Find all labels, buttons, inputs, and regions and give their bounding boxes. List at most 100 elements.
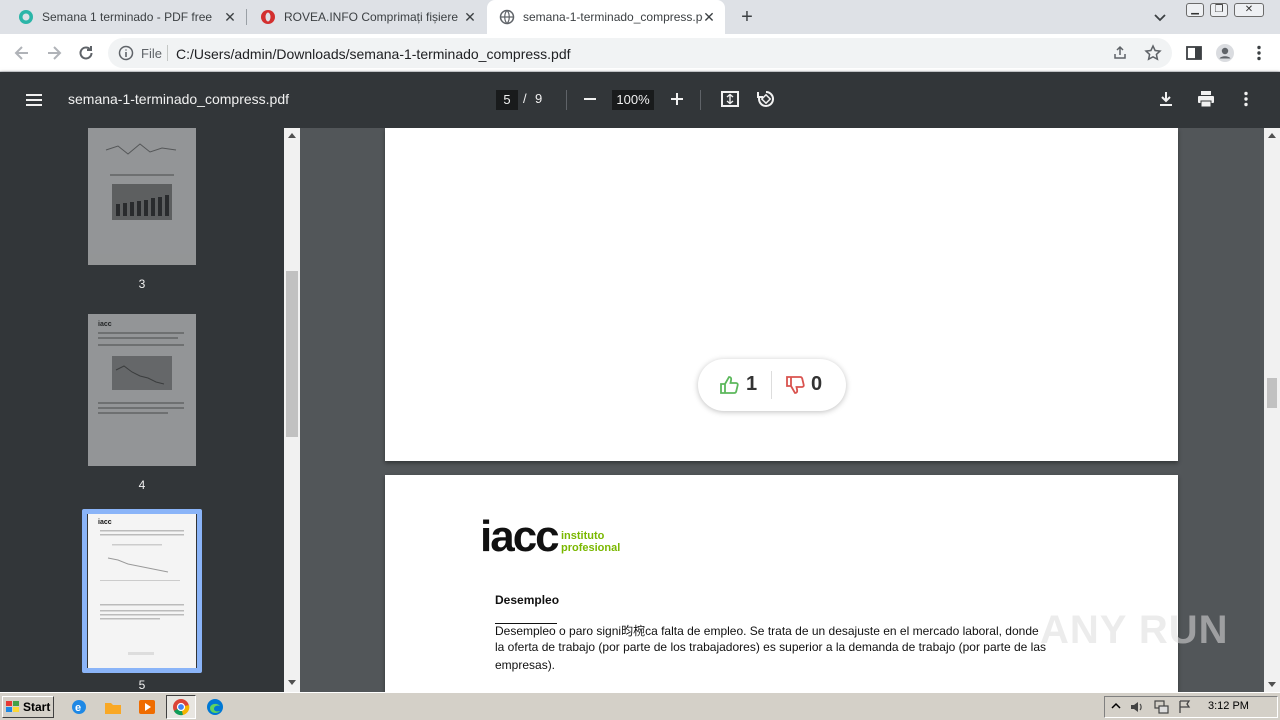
pdf-toolbar: semana-1-terminado_compress.pdf 5 / 9 10…: [0, 72, 1280, 128]
iacc-logo-subtitle: instituto profesional: [561, 530, 620, 554]
page-separator: /: [523, 91, 527, 106]
scroll-up-arrow-icon[interactable]: [288, 133, 296, 138]
folder-icon[interactable]: [104, 698, 122, 716]
tab-title: ROVEA.INFO Comprimați fișiere PDF: [284, 10, 460, 24]
rotate-icon[interactable]: [756, 89, 776, 109]
side-panel-icon[interactable]: [1184, 43, 1204, 63]
thumbnail-chart-preview: [105, 143, 177, 220]
profile-avatar-icon[interactable]: [1215, 43, 1235, 63]
close-icon[interactable]: ✕: [222, 9, 238, 25]
svg-text:iacc: iacc: [98, 321, 112, 328]
flag-icon[interactable]: [1177, 699, 1193, 715]
volume-icon[interactable]: [1129, 699, 1145, 715]
pdf-free-favicon-icon: [19, 10, 33, 24]
thumbnail-label: 5: [138, 678, 146, 692]
logo-sub-line: instituto: [561, 530, 605, 542]
edge-icon[interactable]: [206, 698, 224, 716]
kebab-menu-icon[interactable]: [1249, 43, 1269, 63]
vote-widget: 1 0: [698, 359, 846, 411]
hamburger-menu-icon[interactable]: [24, 90, 44, 110]
thumbs-up-count: 1: [746, 373, 758, 395]
zoom-in-icon[interactable]: [667, 89, 687, 109]
document-scroll-thumb[interactable]: [1267, 378, 1277, 408]
tab-rovea[interactable]: ROVEA.INFO Comprimați fișiere PDF ✕: [246, 0, 486, 34]
tab-title: Semana 1 terminado - PDF free: [42, 10, 213, 24]
thumbnail-label: 4: [138, 478, 146, 492]
close-window-button[interactable]: ✕: [1234, 3, 1264, 17]
internet-explorer-icon[interactable]: e: [70, 698, 88, 716]
doc-heading: Desempleo: [495, 593, 560, 607]
opera-favicon-icon: [261, 10, 275, 24]
doc-text-line: Desempleo o paro signi昀椀ca falta de empl…: [495, 624, 1039, 638]
bookmark-star-icon[interactable]: [1144, 44, 1162, 62]
share-icon[interactable]: [1112, 45, 1128, 61]
logo-sub-line: profesional: [561, 542, 621, 554]
start-button[interactable]: Start: [2, 696, 54, 718]
iacc-logo: iacc: [480, 512, 560, 561]
restore-button[interactable]: ❐: [1210, 3, 1228, 17]
vote-divider: [771, 371, 772, 399]
globe-icon: [499, 9, 515, 25]
thumbs-down-count: 0: [811, 373, 823, 395]
thumbs-up-icon[interactable]: [718, 374, 740, 396]
system-tray: [1104, 696, 1278, 718]
windows-taskbar: Start e 3:12 PM: [0, 692, 1280, 720]
browser-toolbar: File C:/Users/admin/Downloads/semana-1-t…: [0, 34, 1280, 72]
toolbar-divider: [566, 90, 567, 110]
sidebar-scroll-thumb[interactable]: [286, 271, 298, 437]
document-scrollbar[interactable]: [1264, 128, 1280, 692]
toolbar-divider: [700, 90, 701, 110]
zoom-input[interactable]: 100%: [612, 90, 654, 110]
scroll-down-arrow-icon[interactable]: [1268, 682, 1276, 687]
print-icon[interactable]: [1196, 89, 1216, 109]
page-total: 9: [535, 91, 543, 106]
reload-icon[interactable]: [76, 43, 96, 63]
text-underline: [495, 623, 557, 624]
fit-page-icon[interactable]: [720, 89, 740, 109]
thumbnail-sidebar: 3 iacc 4 iacc 5: [0, 128, 300, 692]
taskbar-clock: 3:12 PM: [1208, 700, 1249, 712]
scroll-down-arrow-icon[interactable]: [288, 680, 296, 685]
tab-pdf-active[interactable]: semana-1-terminado_compress.pdf ✕: [487, 0, 725, 34]
scroll-up-arrow-icon[interactable]: [1268, 133, 1276, 138]
new-tab-button[interactable]: +: [738, 7, 756, 27]
pdf-title: semana-1-terminado_compress.pdf: [68, 91, 289, 107]
zoom-out-icon[interactable]: [580, 89, 600, 109]
back-arrow-icon[interactable]: [12, 43, 32, 63]
doc-text-line: la oferta de trabajo (por parte de los t…: [495, 640, 1046, 654]
close-icon[interactable]: ✕: [701, 9, 717, 25]
chrome-icon[interactable]: [172, 698, 190, 716]
chevron-down-icon[interactable]: [1152, 9, 1168, 25]
address-separator: [167, 45, 168, 61]
anyrun-watermark: ANY RUN: [1040, 608, 1229, 652]
close-icon[interactable]: ✕: [462, 9, 478, 25]
network-icon[interactable]: [1153, 699, 1169, 715]
forward-arrow-icon[interactable]: [44, 43, 64, 63]
tray-expand-icon[interactable]: [1109, 699, 1123, 713]
thumbnail-chart-preview: iacc: [98, 321, 184, 414]
tab-strip: Semana 1 terminado - PDF free ✕ ROVEA.IN…: [0, 0, 1280, 34]
page-thumbnail-3[interactable]: [88, 128, 196, 265]
tab-title: semana-1-terminado_compress.pdf: [523, 10, 703, 24]
svg-text:e: e: [75, 702, 81, 714]
tab-pdf-free[interactable]: Semana 1 terminado - PDF free ✕: [0, 0, 246, 34]
page-number-input[interactable]: 5: [496, 90, 518, 110]
media-player-icon[interactable]: [138, 698, 156, 716]
thumbs-down-icon[interactable]: [784, 374, 806, 396]
minimize-button[interactable]: ▁: [1186, 3, 1204, 17]
thumbnail-label: 3: [138, 277, 146, 291]
info-icon[interactable]: [118, 45, 134, 61]
scheme-label: File: [141, 46, 162, 61]
screen: Semana 1 terminado - PDF free ✕ ROVEA.IN…: [0, 0, 1280, 720]
url-text[interactable]: C:/Users/admin/Downloads/semana-1-termin…: [176, 46, 571, 62]
start-label: Start: [23, 700, 51, 714]
page-thumbnail-4[interactable]: iacc: [88, 314, 196, 466]
doc-text-line: empresas).: [495, 658, 556, 672]
download-icon[interactable]: [1156, 89, 1176, 109]
address-bar[interactable]: File C:/Users/admin/Downloads/semana-1-t…: [108, 38, 1172, 68]
more-options-icon[interactable]: [1236, 89, 1256, 109]
selected-thumbnail-highlight: [82, 509, 202, 673]
pdf-page-4: 1 0: [385, 128, 1178, 461]
pdf-page-5: iacc instituto profesional Desempleo Des…: [385, 475, 1178, 692]
windows-flag-icon: [6, 701, 19, 712]
